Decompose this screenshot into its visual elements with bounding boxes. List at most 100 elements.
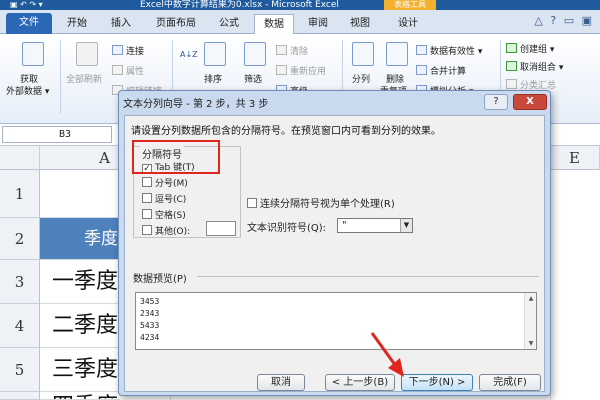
- preview-row: 3453: [140, 297, 160, 306]
- consolidate-button[interactable]: 合并计算: [416, 64, 466, 77]
- row-header-4[interactable]: 4: [0, 304, 40, 348]
- dialog-instruction: 请设置分列数据所包含的分隔符号。在预览窗口内可看到分列的效果。: [131, 126, 441, 137]
- filter-icon[interactable]: [244, 42, 266, 66]
- column-header-e[interactable]: E: [550, 146, 600, 170]
- tab-file[interactable]: 文件: [6, 13, 52, 34]
- reapply-icon: [276, 65, 287, 75]
- row-header-6[interactable]: [0, 392, 40, 400]
- text-qualifier-value: ": [342, 220, 347, 231]
- ungroup-label: 取消组合 ▾: [520, 63, 564, 73]
- tab-review[interactable]: 审阅: [300, 14, 336, 34]
- space-label: 空格(S): [155, 211, 186, 221]
- preview-row: 4234: [140, 333, 160, 342]
- consecutive-delimiters-option[interactable]: 连续分隔符号视为单个处理(R): [247, 195, 395, 210]
- comma-checkbox[interactable]: [142, 193, 152, 203]
- next-button[interactable]: 下一步(N) >: [401, 374, 473, 391]
- sort-icon[interactable]: [204, 42, 226, 66]
- window-controls[interactable]: △ ? ▭ ▣: [534, 14, 594, 27]
- clear-button[interactable]: 清除: [276, 44, 308, 57]
- refresh-all-button[interactable]: 全部刷新: [66, 72, 102, 85]
- text-qualifier-label: 文本识别符号(Q):: [247, 223, 327, 234]
- ribbon-tab-bar: 文件 开始 插入 页面布局 公式 数据 审阅 视图 设计 △ ? ▭ ▣: [0, 10, 600, 35]
- row-header-3[interactable]: 3: [0, 260, 40, 304]
- consecutive-checkbox[interactable]: [247, 198, 257, 208]
- other-checkbox[interactable]: [142, 225, 152, 235]
- tab-page-layout[interactable]: 页面布局: [146, 14, 206, 34]
- connections-label: 连接: [126, 47, 145, 57]
- scroll-down-icon[interactable]: ▼: [525, 340, 537, 347]
- get-external-data-label-2[interactable]: 外部数据 ▾: [6, 84, 49, 97]
- cell-a1[interactable]: [40, 170, 120, 218]
- scroll-up-icon[interactable]: ▲: [525, 295, 537, 302]
- consolidate-label: 合并计算: [430, 67, 467, 77]
- data-preview-title: 数据预览(P): [133, 274, 187, 285]
- filter-button[interactable]: 筛选: [244, 72, 262, 85]
- row-header-2[interactable]: 2: [0, 218, 40, 260]
- preview-row: 2343: [140, 309, 160, 318]
- text-to-columns-icon[interactable]: [352, 42, 374, 66]
- dialog-close-button[interactable]: X: [513, 94, 547, 110]
- finish-button[interactable]: 完成(F): [479, 374, 541, 391]
- context-tab-table-tools: 表格工具: [384, 0, 436, 10]
- consolidate-icon: [416, 65, 427, 75]
- tab-design[interactable]: 设计: [388, 14, 428, 34]
- tab-insert[interactable]: 插入: [104, 14, 138, 34]
- data-validation-icon: [416, 45, 427, 55]
- row-header-1[interactable]: 1: [0, 170, 40, 218]
- window-title: Excel中数字计算结果为0.xlsx - Microsoft Excel: [140, 0, 339, 10]
- data-validation-label: 数据有效性 ▾: [430, 47, 483, 57]
- group-button[interactable]: 创建组 ▾: [506, 42, 554, 55]
- group-label: 创建组 ▾: [520, 45, 555, 55]
- clear-label: 清除: [290, 47, 309, 57]
- delimiter-other-option[interactable]: 其他(O):: [142, 224, 190, 237]
- chevron-down-icon[interactable]: ▼: [400, 219, 412, 232]
- ungroup-button[interactable]: 取消组合 ▾: [506, 60, 563, 73]
- tab-home[interactable]: 开始: [60, 14, 94, 34]
- refresh-all-icon[interactable]: [76, 42, 98, 66]
- subtotal-icon: [506, 79, 517, 89]
- group-icon: [506, 43, 517, 53]
- tab-data[interactable]: 数据: [254, 14, 294, 35]
- data-preview-pane[interactable]: 3453 2343 5433 4234 ▲ ▼: [135, 292, 537, 350]
- comma-label: 逗号(C): [155, 195, 187, 205]
- row-header-5[interactable]: 5: [0, 348, 40, 392]
- text-qualifier-select[interactable]: " ▼: [337, 218, 413, 233]
- sort-az-icon[interactable]: A↓Z: [180, 50, 198, 59]
- other-label: 其他(O):: [155, 227, 191, 237]
- select-all-corner[interactable]: [0, 146, 40, 170]
- tab-view[interactable]: 视图: [342, 14, 378, 34]
- connections-button[interactable]: 连接: [112, 44, 144, 57]
- get-external-data-icon[interactable]: [22, 42, 44, 66]
- cell-a6[interactable]: 四季度: [40, 392, 120, 400]
- cancel-button[interactable]: 取消: [257, 374, 305, 391]
- properties-icon: [112, 65, 123, 75]
- preview-scrollbar[interactable]: ▲ ▼: [524, 293, 536, 349]
- cell-a2[interactable]: 季度: [40, 218, 120, 260]
- reapply-button[interactable]: 重新应用: [276, 64, 326, 77]
- semicolon-label: 分号(M): [155, 179, 188, 189]
- ungroup-icon: [506, 61, 517, 71]
- sort-button[interactable]: 排序: [204, 72, 222, 85]
- properties-label: 属性: [126, 67, 145, 77]
- other-delimiter-input[interactable]: [206, 221, 236, 236]
- back-button[interactable]: < 上一步(B): [325, 374, 395, 391]
- delimiter-semicolon-option[interactable]: 分号(M): [142, 176, 188, 189]
- reapply-label: 重新应用: [290, 67, 327, 77]
- remove-duplicates-icon[interactable]: [386, 42, 408, 66]
- cell-a3[interactable]: 一季度: [40, 260, 120, 304]
- clear-icon: [276, 45, 287, 55]
- connections-icon: [112, 45, 123, 55]
- tab-formulas[interactable]: 公式: [210, 14, 248, 34]
- dialog-help-button[interactable]: ?: [484, 94, 508, 110]
- name-box[interactable]: B3: [2, 126, 112, 143]
- data-validation-button[interactable]: 数据有效性 ▾: [416, 44, 482, 57]
- semicolon-checkbox[interactable]: [142, 177, 152, 187]
- quick-access-toolbar[interactable]: ▣ ↶ ↷ ▾: [10, 0, 70, 10]
- text-to-columns-button[interactable]: 分列: [352, 72, 370, 85]
- cell-a5[interactable]: 三季度: [40, 348, 120, 392]
- delimiter-comma-option[interactable]: 逗号(C): [142, 192, 186, 205]
- delimiter-space-option[interactable]: 空格(S): [142, 208, 186, 221]
- space-checkbox[interactable]: [142, 209, 152, 219]
- cell-a4[interactable]: 二季度: [40, 304, 120, 348]
- properties-button[interactable]: 属性: [112, 64, 144, 77]
